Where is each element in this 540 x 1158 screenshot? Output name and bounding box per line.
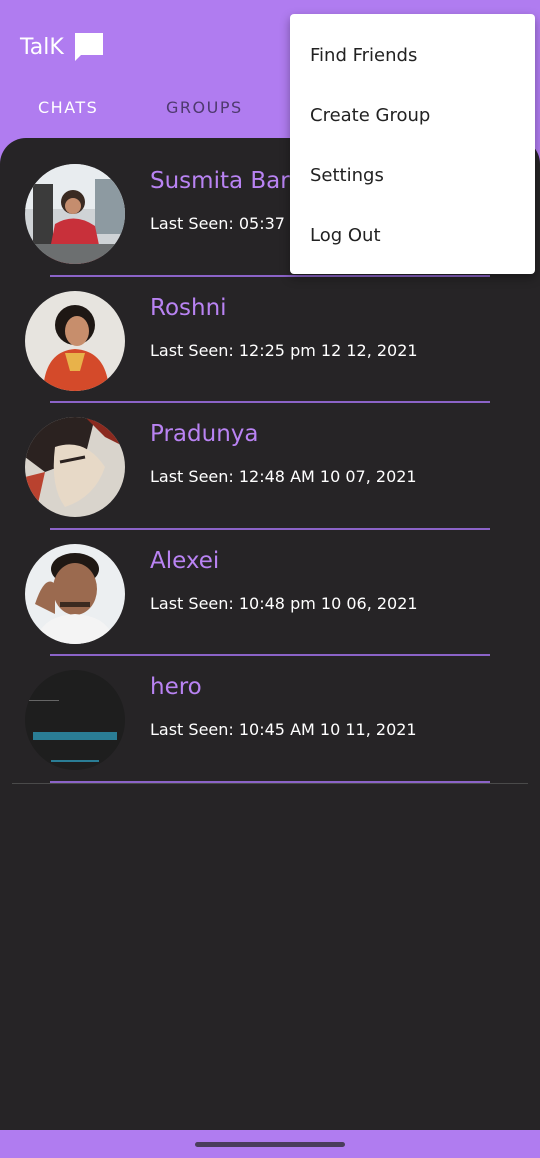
last-seen-text: Last Seen: 10:45 AM 10 11, 2021: [150, 720, 417, 739]
avatar[interactable]: [25, 164, 125, 264]
last-seen-text: Last Seen: 10:48 pm 10 06, 2021: [150, 593, 418, 613]
avatar[interactable]: [25, 543, 125, 644]
overflow-menu: Find Friends Create Group Settings Log O…: [290, 14, 535, 274]
menu-item-log-out[interactable]: Log Out: [290, 206, 535, 266]
tab-chats[interactable]: CHATS: [38, 98, 98, 117]
tab-groups[interactable]: GROUPS: [166, 98, 243, 117]
chat-bubble-icon: [72, 30, 106, 64]
chat-name: Roshni: [150, 294, 227, 321]
app-title: TalK: [20, 30, 106, 64]
avatar[interactable]: [25, 417, 125, 517]
menu-item-find-friends[interactable]: Find Friends: [290, 26, 535, 86]
menu-item-settings[interactable]: Settings: [290, 146, 535, 206]
last-seen-text: Last Seen: 12:25 pm 12 12, 2021: [150, 340, 418, 360]
chat-name: Alexei: [150, 547, 220, 574]
menu-item-create-group[interactable]: Create Group: [290, 86, 535, 146]
avatar[interactable]: [25, 290, 125, 391]
chat-list-panel: Susmita Barr Last Seen: 05:37 P Roshni L…: [0, 138, 540, 1130]
chat-item[interactable]: Pradunya Last Seen: 12:48 AM 10 07, 2021: [0, 391, 540, 530]
chat-item[interactable]: Alexei Last Seen: 10:48 pm 10 06, 2021: [0, 518, 540, 656]
chat-item[interactable]: hero Last Seen: 10:45 AM 10 11, 2021: [0, 644, 540, 783]
home-gesture-handle[interactable]: [195, 1142, 345, 1147]
system-nav-bar: [0, 1130, 540, 1158]
app-title-text: TalK: [20, 34, 64, 60]
avatar[interactable]: [25, 670, 125, 770]
chat-item[interactable]: Roshni Last Seen: 12:25 pm 12 12, 2021: [0, 265, 540, 403]
chat-name: Pradunya: [150, 421, 259, 447]
last-seen-text: Last Seen: 12:48 AM 10 07, 2021: [150, 467, 417, 486]
chat-name: hero: [150, 674, 202, 700]
last-seen-text: Last Seen: 05:37 P: [150, 214, 300, 233]
chat-name: Susmita Barr: [150, 168, 299, 194]
list-end-line: [12, 783, 528, 784]
